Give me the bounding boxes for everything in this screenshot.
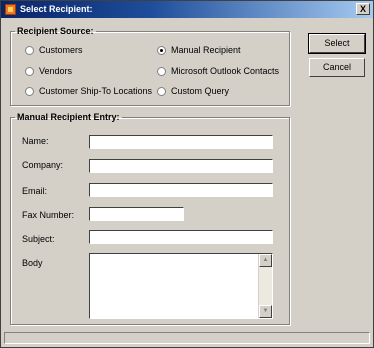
radio-circle (157, 66, 166, 76)
title-bar: Select Recipient: X (1, 1, 373, 18)
company-field[interactable] (89, 159, 273, 173)
radio-vendors[interactable]: Vendors (25, 65, 72, 77)
manual-entry-legend: Manual Recipient Entry: (17, 112, 120, 122)
radio-customer-ship-to[interactable]: Customer Ship-To Locations (25, 85, 152, 97)
radio-customers[interactable]: Customers (25, 44, 83, 56)
subject-field[interactable] (89, 230, 273, 244)
window-title: Select Recipient: (20, 4, 93, 14)
radio-circle-checked (157, 45, 166, 55)
radio-label-vendors: Vendors (39, 66, 73, 76)
cancel-button[interactable]: Cancel (309, 58, 365, 77)
body-textarea[interactable]: ▲ ▼ (89, 253, 273, 319)
name-field[interactable] (89, 135, 273, 149)
select-recipient-dialog: Select Recipient: X Recipient Source: Cu… (0, 0, 374, 348)
radio-circle (157, 86, 166, 96)
radio-outlook-contacts[interactable]: Microsoft Outlook Contacts (157, 65, 279, 77)
name-label: Name: (22, 136, 49, 146)
radio-custom-query[interactable]: Custom Query (157, 85, 229, 97)
radio-label-outlook-contacts: Microsoft Outlook Contacts (171, 66, 280, 76)
fax-number-label: Fax Number: (22, 210, 75, 220)
fax-number-field[interactable] (89, 207, 184, 221)
recipient-source-legend: Recipient Source: (17, 26, 94, 36)
company-label: Company: (22, 160, 64, 170)
scroll-up-icon[interactable]: ▲ (259, 254, 272, 267)
subject-label: Subject: (22, 234, 55, 244)
radio-label-customer-ship-to: Customer Ship-To Locations (39, 86, 153, 96)
close-button[interactable]: X (356, 3, 370, 15)
body-label: Body (22, 258, 43, 268)
body-scrollbar[interactable]: ▲ ▼ (258, 254, 272, 318)
email-label: Email: (22, 186, 48, 196)
radio-circle (25, 45, 34, 55)
radio-label-manual-recipient: Manual Recipient (171, 45, 241, 55)
email-field[interactable] (89, 183, 273, 197)
radio-label-custom-query: Custom Query (171, 86, 230, 96)
radio-manual-recipient[interactable]: Manual Recipient (157, 44, 241, 56)
app-icon (5, 4, 16, 15)
radio-circle (25, 66, 34, 76)
radio-circle (25, 86, 34, 96)
status-bar (4, 332, 370, 344)
radio-label-customers: Customers (39, 45, 83, 55)
scroll-down-icon[interactable]: ▼ (259, 305, 272, 318)
select-button[interactable]: Select (308, 33, 366, 54)
